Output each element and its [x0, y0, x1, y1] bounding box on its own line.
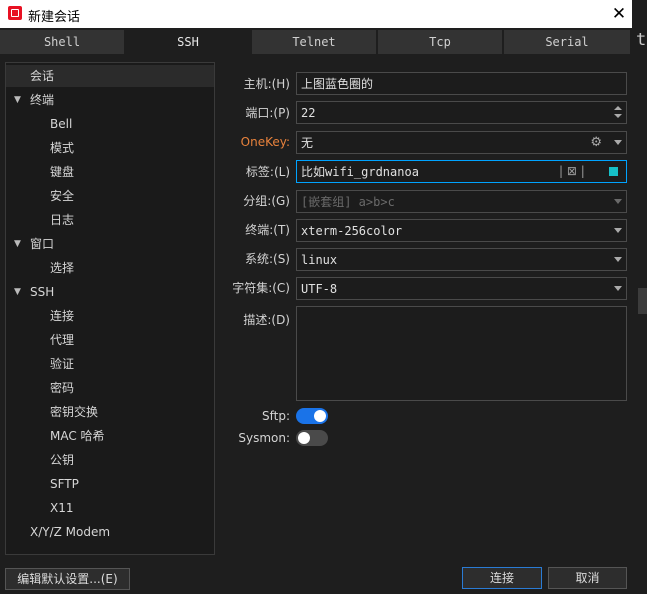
toggle-knob [314, 410, 326, 422]
group-input[interactable] [297, 191, 581, 212]
app-icon [8, 6, 22, 20]
tree-item-selection[interactable]: 选择 [50, 257, 74, 279]
chevron-down-icon[interactable] [614, 199, 622, 204]
tab-telnet[interactable]: Telnet [252, 30, 378, 54]
tab-tcp[interactable]: Tcp [378, 30, 504, 54]
chevron-down-icon[interactable] [614, 257, 622, 262]
terminal-label: 终端:(T) [245, 223, 290, 237]
close-button[interactable]: ✕ [606, 2, 632, 26]
terminal-select[interactable] [297, 220, 581, 241]
tree-item-terminal[interactable]: ▼ 终端 [6, 89, 214, 111]
background-window-text: t [636, 30, 647, 50]
tree-item-log[interactable]: 日志 [50, 209, 74, 231]
charset-label: 字符集:(C) [232, 281, 290, 295]
tree-item-bell[interactable]: Bell [50, 113, 72, 135]
toggle-knob [298, 432, 310, 444]
tree-item-pubkey[interactable]: 公钥 [50, 449, 74, 471]
tree-item-x11[interactable]: X11 [50, 497, 74, 519]
tree-item-auth[interactable]: 验证 [50, 353, 74, 375]
decrement-icon[interactable] [614, 114, 622, 118]
port-field [296, 101, 627, 124]
chevron-down-icon[interactable] [614, 228, 622, 233]
host-label: 主机:(H) [243, 77, 290, 91]
tag-tools: | ⊠ | [559, 164, 585, 178]
tree-item-connection[interactable]: 连接 [50, 305, 74, 327]
tag-input[interactable] [297, 161, 556, 182]
system-field [296, 248, 627, 271]
sftp-label: Sftp: [262, 409, 290, 423]
tree-item-kex[interactable]: 密钥交换 [50, 401, 98, 423]
host-field [296, 72, 627, 95]
system-label: 系统:(S) [244, 252, 290, 266]
tree-item-xyz-modem[interactable]: X/Y/Z Modem [30, 521, 110, 543]
tree-item-proxy[interactable]: 代理 [50, 329, 74, 351]
system-select[interactable] [297, 249, 581, 270]
description-textarea[interactable] [296, 306, 627, 401]
connect-button[interactable]: 连接 [462, 567, 542, 589]
tag-label: 标签:(L) [245, 165, 290, 179]
onekey-select[interactable] [297, 132, 581, 153]
settings-tree: 会话 ▼ 终端 Bell 模式 键盘 安全 日志 ▼ 窗口 选择 ▼ SSH 连接 代… [5, 62, 215, 555]
tag-field: | ⊠ | [296, 160, 627, 183]
tab-ssh[interactable]: SSH [126, 30, 252, 54]
description-label: 描述:(D) [243, 313, 290, 327]
tree-item-cipher[interactable]: 密码 [50, 377, 74, 399]
sftp-toggle[interactable] [296, 408, 328, 424]
tree-item-window[interactable]: ▼ 窗口 [6, 233, 214, 255]
port-label: 端口:(P) [245, 106, 290, 120]
protocol-tabs: Shell SSH Telnet Tcp Serial [0, 30, 632, 54]
tree-item-mode[interactable]: 模式 [50, 137, 74, 159]
cancel-button[interactable]: 取消 [548, 567, 627, 589]
onekey-label: OneKey: [240, 135, 290, 149]
window-title: 新建会话 [28, 10, 81, 25]
terminal-field [296, 219, 627, 242]
expand-arrow-icon[interactable]: ▼ [14, 281, 21, 303]
tree-item-sftp[interactable]: SFTP [50, 473, 79, 495]
chevron-down-icon[interactable] [614, 140, 622, 145]
edit-defaults-button[interactable]: 编辑默认设置...(E) [5, 568, 130, 590]
expand-arrow-icon[interactable]: ▼ [14, 233, 21, 255]
tab-shell[interactable]: Shell [0, 30, 126, 54]
chevron-down-icon[interactable] [614, 286, 622, 291]
port-input[interactable] [297, 102, 581, 123]
tree-item-session[interactable]: 会话 [6, 65, 214, 87]
background-scrollbar [638, 288, 647, 314]
title-bar: 新建会话 ✕ [0, 0, 632, 28]
tree-item-ssh[interactable]: ▼ SSH [6, 281, 214, 303]
sysmon-label: Sysmon: [238, 431, 290, 445]
onekey-field: ⚙ [296, 131, 627, 154]
group-label: 分组:(G) [243, 194, 290, 208]
increment-icon[interactable] [614, 106, 622, 110]
color-swatch-icon[interactable] [609, 167, 618, 176]
group-field [296, 190, 627, 213]
expand-arrow-icon[interactable]: ▼ [14, 89, 21, 111]
sysmon-toggle[interactable] [296, 430, 328, 446]
tree-item-keyboard[interactable]: 键盘 [50, 161, 74, 183]
gear-icon[interactable]: ⚙ [590, 135, 602, 150]
tab-serial[interactable]: Serial [504, 30, 630, 54]
host-input[interactable] [297, 73, 581, 94]
charset-select[interactable] [297, 278, 581, 299]
tree-item-mac[interactable]: MAC 哈希 [50, 425, 105, 447]
charset-field [296, 277, 627, 300]
tree-item-security[interactable]: 安全 [50, 185, 74, 207]
